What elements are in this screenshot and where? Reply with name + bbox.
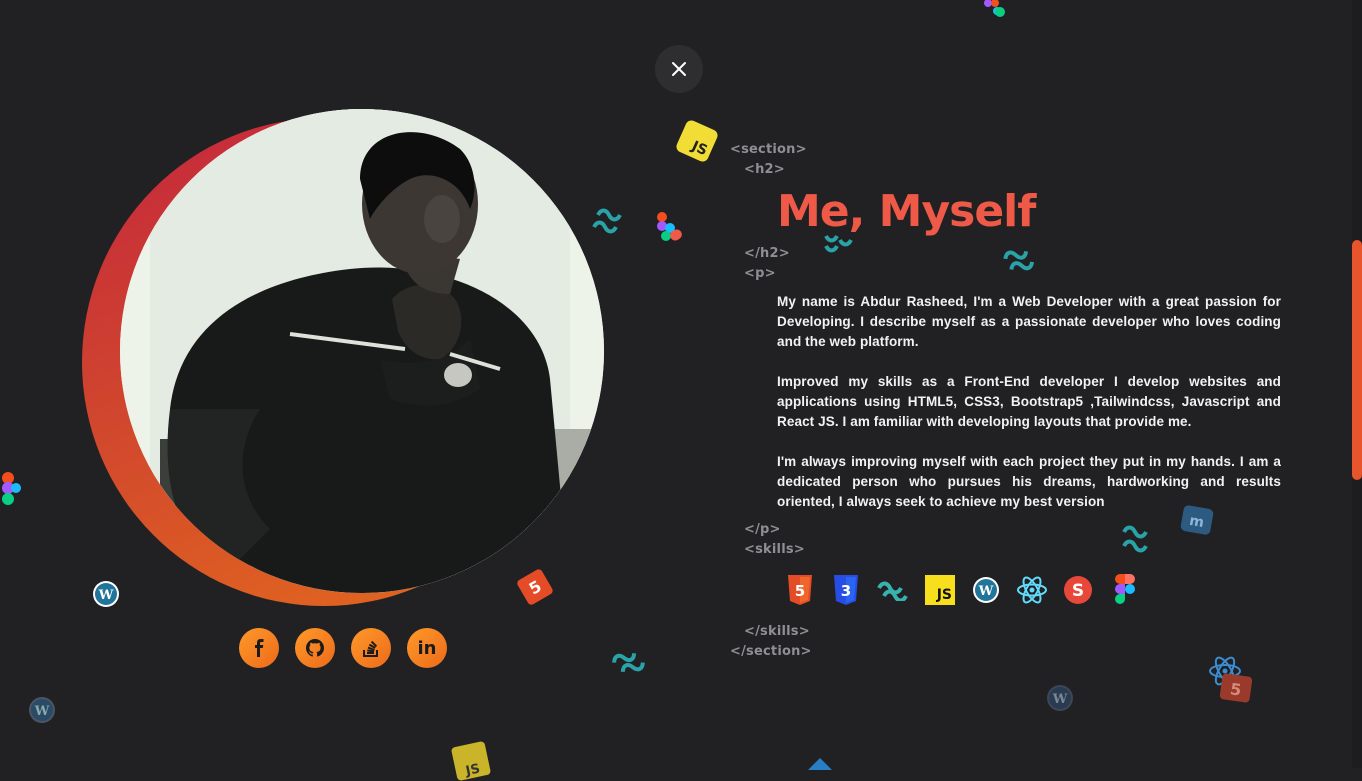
wordpress-icon: W xyxy=(973,577,999,603)
floating-sass-icon xyxy=(808,758,832,770)
skill-figma xyxy=(1110,574,1140,605)
javascript-icon: JS xyxy=(925,575,955,605)
floating-wordpress-icon: W xyxy=(28,696,56,724)
facebook-button[interactable] xyxy=(239,628,279,668)
close-button[interactable] xyxy=(655,45,703,93)
skill-wordpress: W xyxy=(971,575,1001,605)
facebook-icon xyxy=(255,639,264,657)
skill-sass: S xyxy=(1063,575,1093,605)
linkedin-button[interactable]: in xyxy=(407,628,447,668)
skill-tailwind xyxy=(876,575,910,605)
floating-tailwind-icon xyxy=(1003,244,1037,278)
svg-text:W: W xyxy=(978,584,994,599)
floating-tailwind-icon xyxy=(592,205,622,237)
html5-icon: 5 xyxy=(788,575,812,605)
h2-open-tag: <h2> xyxy=(744,162,785,177)
svg-text:m: m xyxy=(1188,513,1205,531)
linkedin-icon: in xyxy=(417,637,437,659)
floating-wordpress-icon: W xyxy=(1046,684,1074,712)
floating-tailwind-icon xyxy=(610,642,648,676)
p-open-tag: <p> xyxy=(744,266,776,281)
floating-javascript-icon: JS xyxy=(674,118,720,164)
h2-close-tag: </h2> xyxy=(744,246,790,261)
p-close-tag: </p> xyxy=(744,522,781,537)
react-icon xyxy=(1017,576,1047,604)
stackoverflow-icon xyxy=(363,640,378,657)
about-paragraph: My name is Abdur Rasheed, I'm a Web Deve… xyxy=(777,294,1281,349)
skills-close-tag: </skills> xyxy=(744,624,810,639)
profile-photo xyxy=(120,109,604,593)
floating-tailwind-icon xyxy=(1120,522,1152,558)
section-open-tag: <section> xyxy=(730,142,807,157)
github-icon xyxy=(306,639,324,657)
skill-css3: 3 xyxy=(831,575,861,605)
floating-javascript-icon: JS xyxy=(450,740,492,781)
floating-figma-icon xyxy=(656,212,686,246)
avatar xyxy=(120,109,604,593)
svg-text:3: 3 xyxy=(841,582,851,600)
floating-html5-icon: 5 xyxy=(1216,670,1256,707)
skill-html5: 5 xyxy=(785,575,815,605)
svg-text:S: S xyxy=(1072,581,1084,601)
about-paragraph: Improved my skills as a Front-End develo… xyxy=(777,374,1281,429)
floating-wordpress-icon: W xyxy=(92,580,120,608)
github-button[interactable] xyxy=(295,628,335,668)
skill-javascript: JS xyxy=(925,575,955,605)
skill-react xyxy=(1016,575,1048,605)
floating-figma-icon xyxy=(980,0,1006,18)
skills-open-tag: <skills> xyxy=(744,542,805,557)
close-icon xyxy=(672,62,686,76)
page-title: Me, Myself xyxy=(777,186,1036,237)
svg-text:5: 5 xyxy=(795,582,805,600)
section-close-tag: </section> xyxy=(730,644,812,659)
svg-text:W: W xyxy=(1052,692,1068,707)
floating-html5-icon: 5 xyxy=(512,564,558,610)
svg-text:W: W xyxy=(34,704,50,719)
floating-figma-icon xyxy=(0,470,24,508)
css3-icon: 3 xyxy=(834,575,858,605)
stackoverflow-button[interactable] xyxy=(351,628,391,668)
sass-icon: S xyxy=(1064,576,1092,604)
tailwind-icon xyxy=(877,581,908,601)
svg-text:W: W xyxy=(98,588,114,603)
scrollbar-thumb[interactable] xyxy=(1352,240,1362,480)
figma-icon xyxy=(1115,574,1135,604)
about-paragraph: I'm always improving myself with each pr… xyxy=(777,454,1281,509)
